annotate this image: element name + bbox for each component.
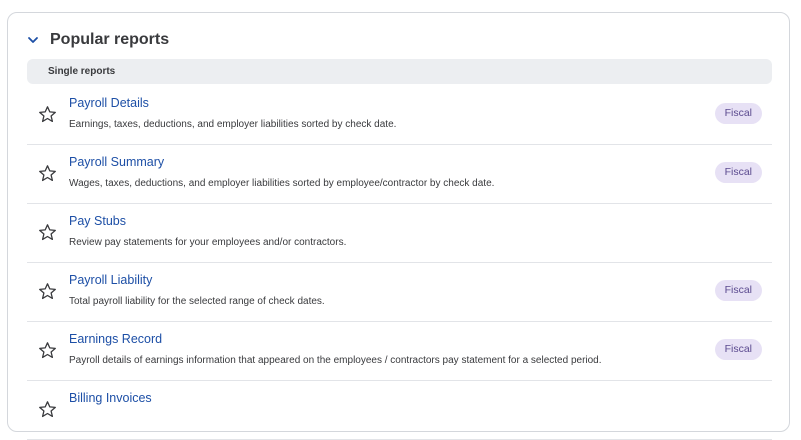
report-description: Total payroll liability for the selected… — [69, 296, 325, 307]
fiscal-badge: Fiscal — [714, 103, 762, 124]
star-outline-icon[interactable] — [38, 282, 57, 301]
report-name-link[interactable]: Earnings Record — [69, 332, 162, 346]
report-name-link[interactable]: Payroll Details — [69, 96, 149, 110]
star-outline-icon[interactable] — [38, 105, 57, 124]
report-row: Payroll Details Earnings, taxes, deductio… — [27, 86, 772, 145]
report-name-link[interactable]: Billing Invoices — [69, 391, 152, 405]
group-header: Single reports — [27, 59, 772, 84]
section-title: Popular reports — [50, 31, 170, 48]
star-outline-icon[interactable] — [38, 164, 57, 183]
star-outline-icon[interactable] — [38, 400, 57, 419]
chevron-down-icon[interactable] — [26, 33, 40, 47]
star-outline-icon[interactable] — [38, 341, 57, 360]
report-row: Payroll Summary Wages, taxes, deductions,… — [27, 145, 772, 204]
fiscal-badge: Fiscal — [714, 280, 762, 301]
report-list: Payroll Details Earnings, taxes, deductio… — [27, 86, 772, 440]
fiscal-badge: Fiscal — [714, 339, 762, 360]
report-name-link[interactable]: Pay Stubs — [69, 214, 126, 228]
group-label: Single reports — [48, 66, 116, 77]
report-description: Review pay statements for your employees… — [69, 237, 347, 248]
report-description: Wages, taxes, deductions, and employer l… — [69, 178, 495, 189]
report-description: Payroll details of earnings information … — [69, 355, 602, 366]
star-outline-icon[interactable] — [38, 223, 57, 242]
fiscal-badge: Fiscal — [714, 162, 762, 183]
report-row: Pay Stubs Review pay statements for your … — [27, 204, 772, 263]
report-row: Earnings Record Payroll details of earnin… — [27, 322, 772, 381]
report-description: Earnings, taxes, deductions, and employe… — [69, 119, 397, 130]
popular-reports-card: Popular reports Single reports Payroll D… — [7, 12, 790, 440]
report-row: Payroll Liability Total payroll liability… — [27, 263, 772, 322]
report-name-link[interactable]: Payroll Summary — [69, 155, 164, 169]
popular-reports-toggle[interactable]: Popular reports — [26, 29, 169, 51]
report-name-link[interactable]: Payroll Liability — [69, 273, 152, 287]
